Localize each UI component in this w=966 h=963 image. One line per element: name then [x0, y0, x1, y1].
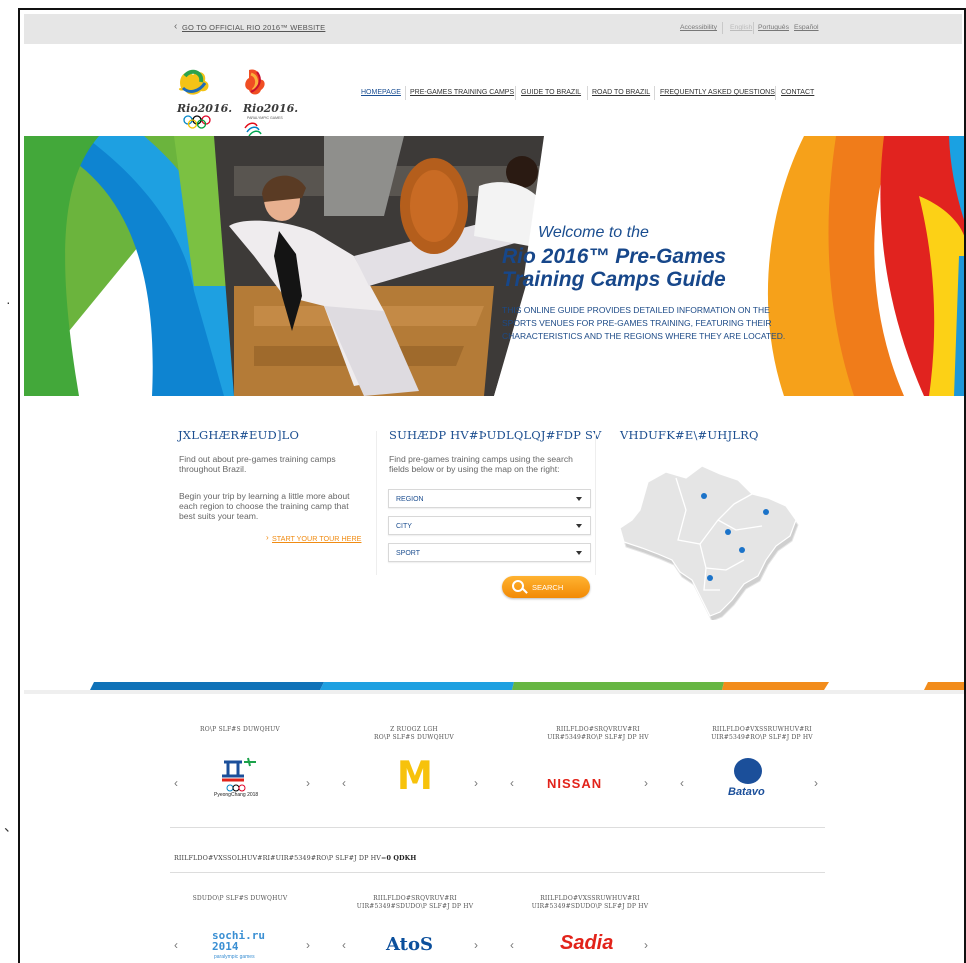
chevron-left-icon[interactable]: ‹ — [680, 776, 684, 790]
chevron-left-icon[interactable]: ‹ — [510, 938, 514, 952]
paralympic-logo-text: Rio2016. — [243, 102, 299, 115]
nissan-logo: NISSAN — [547, 776, 603, 791]
accessibility-link[interactable]: Accessibility — [680, 24, 717, 31]
hero-title-line1: Rio 2016™ Pre-Games — [502, 245, 727, 268]
nav-training-camps[interactable]: PRE-GAMES TRAINING CAMPS — [410, 89, 514, 96]
divider — [775, 86, 776, 100]
chevron-left-icon: ‹ — [174, 21, 178, 32]
scan-mark: · — [6, 294, 11, 310]
region-select[interactable]: REGION — [388, 489, 591, 508]
chevron-left-icon[interactable]: ‹ — [174, 776, 178, 790]
city-select[interactable]: CITY — [388, 516, 591, 535]
pyeongchang-logo: PyeongChang 2018 — [210, 756, 270, 806]
divider — [722, 22, 723, 34]
chevron-right-icon[interactable]: › — [644, 776, 648, 790]
chevron-down-icon — [576, 551, 582, 555]
search-icon-handle — [522, 588, 528, 594]
arrow-right-icon: › — [266, 533, 269, 542]
region-marker[interactable] — [739, 547, 745, 553]
page-frame: ‹ GO TO OFFICIAL RIO 2016™ WEBSITE Acces… — [18, 8, 966, 963]
sponsor-heading: RIILFLDO#VXSSRUWHUV#RI UIR#5349#RO\P SLF… — [711, 726, 813, 741]
language-spanish[interactable]: Español — [794, 24, 819, 31]
chevron-left-icon[interactable]: ‹ — [342, 776, 346, 790]
city-select-label: CITY — [396, 523, 412, 530]
chevron-right-icon[interactable]: › — [644, 938, 648, 952]
start-tour-link[interactable]: START YOUR TOUR HERE — [272, 534, 361, 543]
nav-guide-to-brazil[interactable]: GUIDE TO BRAZIL — [521, 89, 581, 96]
hero-banner: Welcome to the Rio 2016™ Pre-Games Train… — [24, 136, 964, 396]
divider — [405, 86, 406, 100]
sponsor-heading: Z RUOGZ LGH RO\P SLF#S DUWQHUV — [374, 726, 454, 741]
paralympic-logo-subtext: PARALYMPIC GAMES — [247, 116, 283, 120]
nav-road-to-brazil[interactable]: ROAD TO BRAZIL — [592, 89, 650, 96]
chevron-left-icon[interactable]: ‹ — [174, 938, 178, 952]
sponsor-heading: SDUDO\P SLF#S DUWQHUV — [192, 895, 288, 902]
divider — [654, 86, 655, 100]
nav-faq[interactable]: FREQUENTLY ASKED QUESTIONS — [660, 89, 775, 96]
top-bar: ‹ GO TO OFFICIAL RIO 2016™ WEBSITE Acces… — [24, 14, 962, 44]
logo-group[interactable]: Rio2016. Rio2016. PARALYMPIC GAMES — [175, 66, 300, 138]
search-button[interactable]: SEARCH — [502, 576, 590, 598]
guide-heading: JXLGHÆR#EUD]LO — [178, 428, 300, 442]
chevron-down-icon — [576, 524, 582, 528]
suppliers-label-bold: 0 QDKH — [386, 854, 417, 862]
chevron-right-icon[interactable]: › — [306, 776, 310, 790]
scan-mark: 、 — [4, 818, 18, 834]
hero-welcome: Welcome to the — [538, 224, 649, 241]
chevron-left-icon[interactable]: ‹ — [510, 776, 514, 790]
nav-homepage[interactable]: HOMEPAGE — [361, 89, 401, 96]
sport-select[interactable]: SPORT — [388, 543, 591, 562]
divider — [170, 872, 825, 873]
batavo-logo: Batavo — [728, 786, 765, 798]
region-marker[interactable] — [701, 493, 707, 499]
nav-contact[interactable]: CONTACT — [781, 89, 814, 96]
sponsor-heading: RIILFLDO#VXSSRUWHUV#RI UIR#5349#SDUDO\P … — [531, 895, 649, 910]
language-portuguese[interactable]: Português — [758, 24, 789, 31]
official-site-link[interactable]: GO TO OFFICIAL RIO 2016™ WEBSITE — [182, 23, 325, 32]
divider — [170, 827, 825, 828]
chevron-right-icon[interactable]: › — [306, 938, 310, 952]
region-marker[interactable] — [725, 529, 731, 535]
sochi-logo-subtext: paralympic games — [214, 954, 255, 960]
suppliers-label-text: RIILFLDO#VXSSOLHUV#RI#UIR#5349#RO\P SLF#… — [174, 854, 387, 862]
olympic-logo-text: Rio2016. — [177, 102, 233, 115]
pyeongchang-logo-icon — [222, 757, 256, 792]
mcdonalds-logo: M — [397, 753, 433, 800]
sponsor-heading: RIILFLDO#SRQVRUV#RI UIR#5349#RO\P SLF#J … — [547, 726, 649, 741]
guide-body-text: Begin your trip by learning a little mor… — [179, 491, 350, 521]
sport-select-label: SPORT — [396, 550, 420, 557]
region-marker[interactable] — [707, 575, 713, 581]
divider — [753, 22, 754, 34]
chevron-right-icon[interactable]: › — [474, 776, 478, 790]
hero-title-line2: Training Camps Guide — [502, 268, 726, 291]
divider — [587, 86, 588, 100]
hero-artwork — [24, 136, 964, 396]
guide-intro-text: Find out about pre-games training camps … — [179, 454, 336, 474]
divider — [515, 86, 516, 100]
sochi-logo: sochi.ru 2014 — [212, 929, 265, 953]
color-stripe — [24, 682, 964, 694]
pyeongchang-logo-text: PyeongChang 2018 — [214, 792, 259, 798]
region-marker[interactable] — [763, 509, 769, 515]
chevron-right-icon[interactable]: › — [474, 938, 478, 952]
chevron-down-icon — [576, 497, 582, 501]
map-heading: VHDUFK#E\#UHJLRQ — [620, 428, 759, 442]
sponsor-heading: RO\P SLF#S DUWQHUV — [200, 726, 280, 733]
hero-description: THIS ONLINE GUIDE PROVIDES DETAILED INFO… — [502, 305, 786, 341]
region-select-label: REGION — [396, 496, 424, 503]
search-intro-text: Find pre-games training camps using the … — [389, 454, 573, 474]
suppliers-label: RIILFLDO#VXSSOLHUV#RI#UIR#5349#RO\P SLF#… — [174, 854, 416, 862]
sadia-logo: Sadia — [560, 932, 614, 954]
language-english[interactable]: English — [730, 24, 752, 31]
sponsor-heading: RIILFLDO#SRQVRUV#RI UIR#5349#SDUDO\P SLF… — [356, 895, 474, 910]
batavo-badge-icon — [734, 758, 762, 784]
chevron-right-icon[interactable]: › — [814, 776, 818, 790]
atos-logo: AtoS — [386, 934, 433, 955]
chevron-left-icon[interactable]: ‹ — [342, 938, 346, 952]
brazil-map[interactable] — [616, 460, 806, 620]
search-button-label: SEARCH — [532, 583, 564, 592]
